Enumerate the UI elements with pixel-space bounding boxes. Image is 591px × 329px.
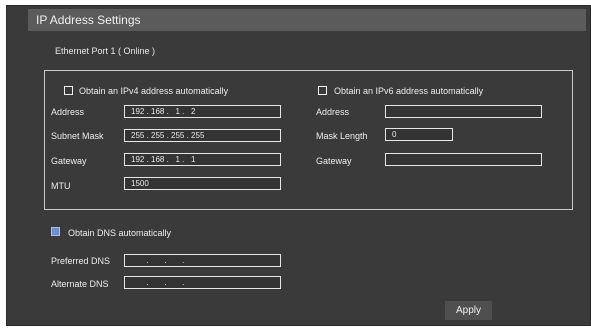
mtu-field[interactable]: 1500 <box>124 177 281 190</box>
preferred-dns-label: Preferred DNS <box>51 256 111 266</box>
ipv4-address-field[interactable]: 192 . 168 . 1 . 2 <box>124 105 281 118</box>
ipv6-gateway-label: Gateway <box>316 156 352 166</box>
ipv6-auto-label: Obtain an IPv6 address automatically <box>334 86 484 96</box>
ipv6-mask-label: Mask Length <box>316 131 368 141</box>
ipv4-auto-checkbox[interactable] <box>64 86 73 95</box>
ipv6-gateway-field[interactable] <box>385 153 542 166</box>
ipv6-auto-checkbox[interactable] <box>318 86 327 95</box>
ipv4-subnet-field[interactable]: 255 . 255 . 255 . 255 <box>124 129 281 142</box>
ipv4-gateway-field[interactable]: 192 . 168 . 1 . 1 <box>124 153 281 166</box>
alternate-dns-field[interactable]: . . . <box>124 276 281 289</box>
ipv6-address-label: Address <box>316 107 350 117</box>
alternate-dns-label: Alternate DNS <box>51 279 109 289</box>
mtu-label: MTU <box>51 181 71 191</box>
apply-button[interactable]: Apply <box>445 301 492 320</box>
ethernet-port-label: Ethernet Port 1 ( Online ) <box>55 46 156 56</box>
window-title: IP Address Settings <box>28 9 586 31</box>
ipv6-address-field[interactable] <box>385 105 542 118</box>
ipv6-mask-field[interactable]: 0 <box>385 128 453 141</box>
dns-auto-label: Obtain DNS automatically <box>68 228 172 238</box>
preferred-dns-field[interactable]: . . . <box>124 254 281 267</box>
ipv4-subnet-label: Subnet Mask <box>51 131 104 141</box>
ipv4-auto-label: Obtain an IPv4 address automatically <box>79 86 229 96</box>
dns-auto-checkbox[interactable] <box>51 227 60 236</box>
ipv4-gateway-label: Gateway <box>51 156 87 166</box>
ipv4-address-label: Address <box>51 107 85 117</box>
